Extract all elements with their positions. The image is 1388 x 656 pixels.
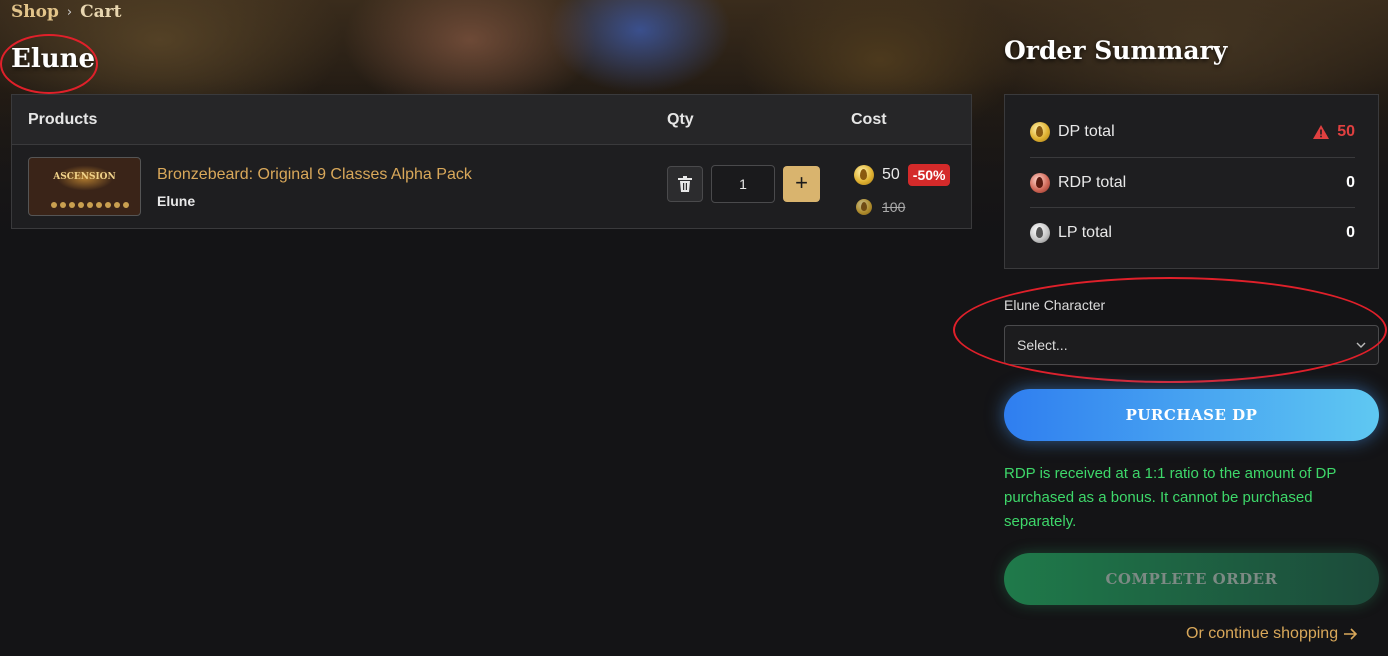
column-header-products: Products	[28, 111, 98, 128]
breadcrumb: Shop › Cart	[11, 2, 121, 22]
continue-shopping-label: Or continue shopping	[1186, 625, 1339, 642]
column-header-qty: Qty	[667, 111, 694, 128]
annotation-circle-title	[0, 34, 98, 94]
current-price: 50 -50%	[854, 164, 951, 186]
order-summary-box: DP total 50 RDP total 0 LP total 0	[1004, 94, 1379, 269]
complete-order-button[interactable]: COMPLETE ORDER	[1004, 553, 1379, 605]
lp-coin-icon	[1030, 222, 1050, 243]
cart-row: ASCENSION Bronzebeard: Original 9 Classe…	[12, 145, 971, 229]
product-realm: Elune	[157, 193, 196, 209]
original-price-value: 100	[882, 199, 906, 215]
breadcrumb-shop-link[interactable]: Shop	[11, 2, 59, 22]
increase-quantity-button[interactable]: +	[783, 166, 820, 202]
lp-total-value: 0	[1346, 223, 1355, 241]
product-thumbnail[interactable]: ASCENSION	[28, 157, 141, 216]
dp-coin-icon	[856, 199, 872, 215]
discount-badge: -50%	[907, 164, 951, 186]
warning-icon	[1313, 125, 1330, 139]
dp-coin-icon	[854, 165, 874, 185]
original-price: 100	[856, 199, 905, 215]
dp-total-label: DP total	[1058, 123, 1115, 140]
price-value: 50	[882, 166, 900, 183]
rdp-total-label: RDP total	[1058, 173, 1127, 191]
thumbnail-logo-text: ASCENSION	[53, 172, 116, 182]
remove-item-button[interactable]	[667, 166, 703, 202]
lp-total-label: LP total	[1058, 223, 1112, 241]
dp-total-row: DP total 50	[1030, 107, 1355, 157]
breadcrumb-current: Cart	[80, 2, 122, 22]
rdp-total-value: 0	[1346, 173, 1355, 191]
quantity-input[interactable]	[711, 165, 775, 203]
cart-table-header: Products Qty Cost	[12, 95, 971, 145]
annotation-circle-select	[953, 277, 1387, 383]
dp-coin-icon	[1030, 122, 1050, 142]
order-summary-title: Order Summary	[1004, 36, 1228, 65]
dp-total-value: 50	[1337, 123, 1355, 140]
continue-shopping-link[interactable]: Or continue shopping	[1186, 625, 1358, 643]
rdp-coin-icon	[1030, 172, 1050, 193]
class-icons	[51, 202, 129, 208]
cart-table: Products Qty Cost ASCENSION Bronzebeard:…	[11, 94, 972, 229]
chevron-right-icon: ›	[66, 4, 73, 20]
purchase-dp-button[interactable]: PURCHASE DP	[1004, 389, 1379, 441]
product-name-link[interactable]: Bronzebeard: Original 9 Classes Alpha Pa…	[157, 166, 472, 184]
rdp-info-note: RDP is received at a 1:1 ratio to the am…	[1004, 465, 1337, 530]
trash-icon	[678, 176, 692, 192]
column-header-cost: Cost	[851, 111, 887, 128]
arrow-right-icon	[1344, 628, 1358, 640]
lp-total-row: LP total 0	[1030, 207, 1355, 257]
rdp-total-row: RDP total 0	[1030, 157, 1355, 207]
